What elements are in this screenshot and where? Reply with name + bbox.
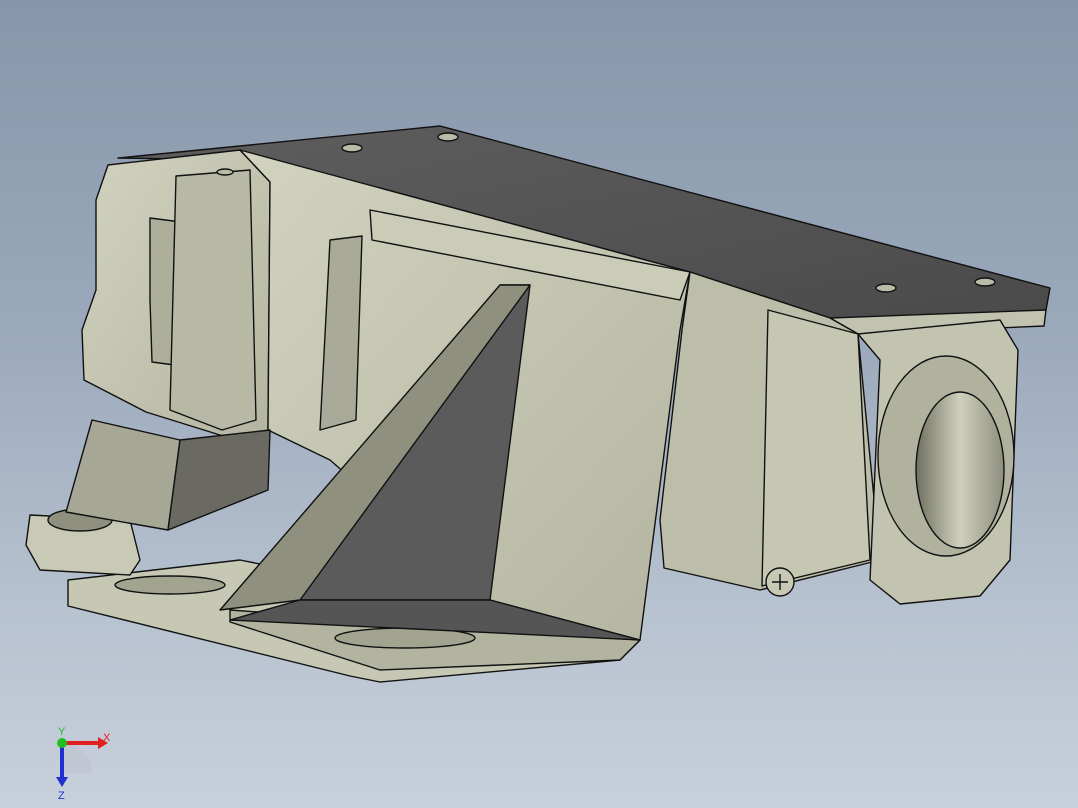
- z-axis-label: Z: [58, 790, 65, 800]
- x-axis-label: X: [103, 732, 111, 744]
- left-bracket: [65, 419, 181, 531]
- plate-hole-1: [341, 143, 363, 153]
- plate-hole-5: [216, 168, 234, 176]
- cad-model[interactable]: [0, 0, 1078, 808]
- plate-hole-4: [974, 277, 996, 287]
- y-axis-label: Y: [58, 726, 66, 738]
- base-slot-left: [114, 575, 226, 595]
- coordinate-triad[interactable]: X Y Z: [40, 725, 130, 800]
- bore-inner: [915, 391, 1005, 549]
- plate-hole-2: [437, 132, 459, 142]
- 3d-viewport[interactable]: X Y Z: [0, 0, 1078, 808]
- plate-hole-3: [875, 283, 897, 293]
